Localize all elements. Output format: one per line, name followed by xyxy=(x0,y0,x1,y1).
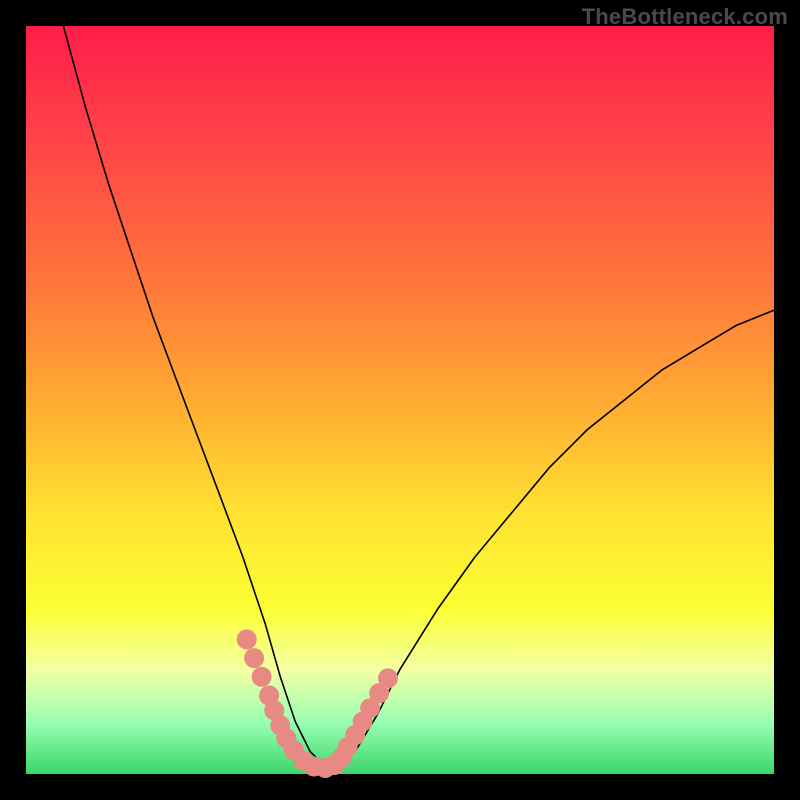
highlight-dot xyxy=(237,629,257,649)
watermark-text: TheBottleneck.com xyxy=(582,4,788,30)
highlight-markers xyxy=(237,629,398,778)
highlight-dot xyxy=(378,668,398,688)
highlight-dot xyxy=(244,648,264,668)
chart-frame: TheBottleneck.com xyxy=(0,0,800,800)
highlight-dot xyxy=(252,667,272,687)
plot-svg xyxy=(26,26,774,774)
plot-area xyxy=(26,26,774,774)
bottleneck-curve xyxy=(63,26,774,767)
